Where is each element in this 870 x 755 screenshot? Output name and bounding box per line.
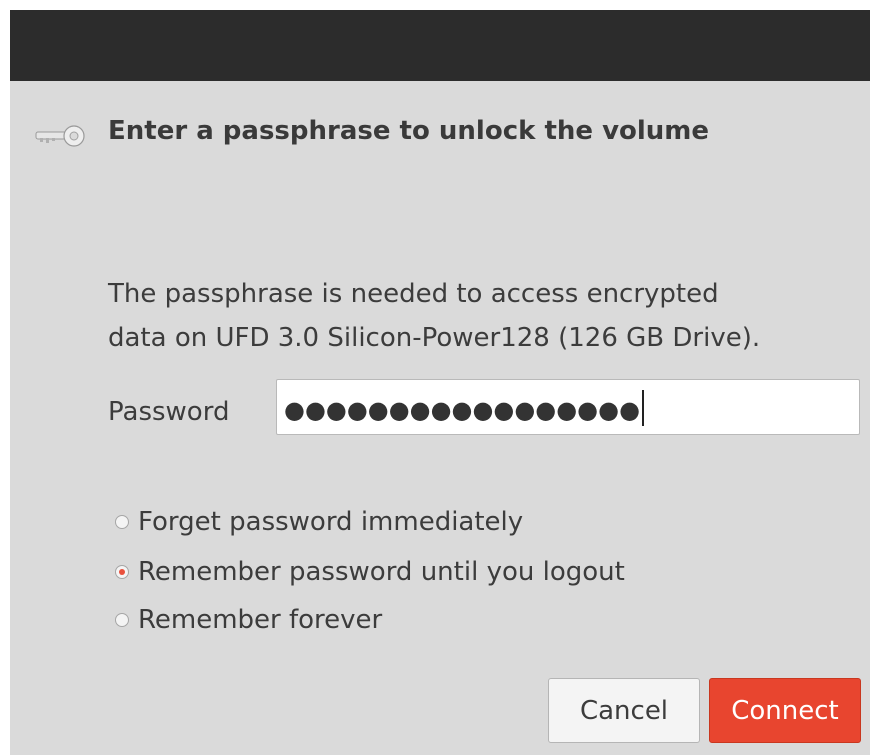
radio-button[interactable] (115, 515, 129, 529)
dialog-title: Enter a passphrase to unlock the volume (108, 116, 710, 146)
cancel-button[interactable]: Cancel (548, 678, 700, 743)
radio-forget-immediately[interactable]: Forget password immediately (115, 506, 523, 538)
connect-button[interactable]: Connect (709, 678, 861, 743)
password-masked-value: ●●●●●●●●●●●●●●●●● (284, 390, 645, 429)
unlock-volume-dialog: Enter a passphrase to unlock the volume … (10, 10, 870, 755)
key-icon (34, 122, 86, 150)
text-cursor (642, 390, 645, 426)
radio-remember-forever[interactable]: Remember forever (115, 604, 382, 636)
password-label: Password (108, 397, 230, 427)
description-line-1: The passphrase is needed to access encry… (108, 279, 719, 309)
dialog-description: The passphrase is needed to access encry… (108, 272, 868, 360)
radio-label: Forget password immediately (138, 507, 524, 537)
radio-button[interactable] (115, 613, 129, 627)
radio-remember-until-logout[interactable]: Remember password until you logout (115, 556, 625, 588)
radio-button-selected[interactable] (115, 565, 129, 579)
password-field[interactable]: ●●●●●●●●●●●●●●●●● (276, 379, 860, 435)
radio-label: Remember password until you logout (138, 557, 625, 587)
radio-label: Remember forever (138, 605, 383, 635)
window-titlebar[interactable] (10, 10, 870, 81)
description-line-2: data on UFD 3.0 Silicon-Power128 (126 GB… (108, 323, 761, 353)
